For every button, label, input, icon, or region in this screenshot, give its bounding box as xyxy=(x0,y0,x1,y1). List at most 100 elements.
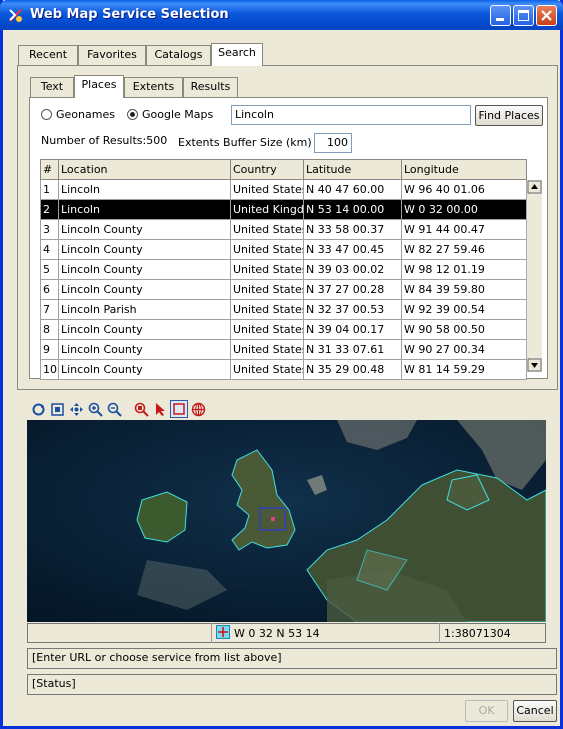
map-view[interactable] xyxy=(27,420,546,622)
globe-icon[interactable] xyxy=(191,402,206,417)
cell: Lincoln County xyxy=(58,219,231,240)
cell: N 37 27 00.28 xyxy=(303,279,402,300)
table-row[interactable]: 9 Lincoln County United States N 31 33 07.6… xyxy=(40,339,527,360)
cell: W 82 27 59.46 xyxy=(401,239,527,260)
buffer-size-label: Extents Buffer Size (km) xyxy=(178,136,312,149)
map-status-left xyxy=(27,623,212,643)
zoom-region-icon[interactable] xyxy=(134,402,149,417)
cell: W 98 12 01.19 xyxy=(401,259,527,280)
google-maps-label: Google Maps xyxy=(142,108,214,121)
table-row-selected[interactable]: 2LincolnUnited KingdomN 53 14 00.00W 0 3… xyxy=(40,199,527,220)
cell: United States xyxy=(230,359,304,380)
scale-divider xyxy=(439,623,440,643)
table-row[interactable]: 10 Lincoln County United States N 35 29 00.… xyxy=(40,359,527,380)
title-bar[interactable]: Web Map Service Selection xyxy=(0,0,563,30)
cell: United States xyxy=(230,299,304,320)
cell: W 90 58 00.50 xyxy=(401,319,527,340)
table-scrollbar[interactable] xyxy=(526,180,542,372)
crosshair-icon xyxy=(216,625,230,639)
google-maps-radio[interactable] xyxy=(127,109,138,120)
cell: W 81 14 59.29 xyxy=(401,359,527,380)
place-search-input[interactable]: Lincoln xyxy=(231,105,471,125)
cell: N 40 47 60.00 xyxy=(303,179,402,200)
scroll-down-icon[interactable] xyxy=(527,358,542,372)
cell: United States xyxy=(230,339,304,360)
rectangle-select-icon[interactable] xyxy=(170,400,188,418)
minimize-icon xyxy=(496,18,504,21)
geonames-radio[interactable] xyxy=(41,109,52,120)
table-row[interactable]: 8 Lincoln County United States N 39 04 00.1… xyxy=(40,319,527,340)
cell: United States xyxy=(230,279,304,300)
tab-catalogs[interactable]: Catalogs xyxy=(146,45,211,65)
cell: 6 xyxy=(40,279,59,300)
maximize-icon xyxy=(518,10,529,21)
table-row[interactable]: 6 Lincoln County United States N 37 27 00.2… xyxy=(40,279,527,300)
url-input[interactable]: [Enter URL or choose service from list a… xyxy=(27,648,557,669)
cancel-button[interactable]: Cancel xyxy=(513,700,557,722)
table-row[interactable]: 5 Lincoln County United States N 39 03 00.0… xyxy=(40,259,527,280)
cell: N 33 47 00.45 xyxy=(303,239,402,260)
window-title: Web Map Service Selection xyxy=(30,7,229,22)
cell: W 92 39 00.54 xyxy=(401,299,527,320)
cell: Lincoln County xyxy=(58,339,231,360)
cell: W 0 32 00.00 xyxy=(401,199,527,220)
cell: Lincoln Parish xyxy=(58,299,231,320)
satellite-map xyxy=(27,420,546,622)
col-header-country[interactable]: Country xyxy=(230,159,304,180)
cell: 4 xyxy=(40,239,59,260)
cell: Lincoln County xyxy=(58,279,231,300)
cell: N 39 04 00.17 xyxy=(303,319,402,340)
tab-places[interactable]: Places xyxy=(74,75,124,98)
minimize-button[interactable] xyxy=(490,5,511,26)
cell: Lincoln xyxy=(58,179,231,200)
table-row[interactable]: 4 Lincoln County United States N 33 47 00.4… xyxy=(40,239,527,260)
tab-search[interactable]: Search xyxy=(211,43,263,66)
find-places-button[interactable]: Find Places xyxy=(475,105,543,126)
scroll-up-icon[interactable] xyxy=(527,180,542,194)
cell: Lincoln xyxy=(58,199,231,220)
cell: N 32 37 00.53 xyxy=(303,299,402,320)
tab-favorites[interactable]: Favorites xyxy=(78,45,146,65)
zoom-in-icon[interactable] xyxy=(88,402,103,417)
cell: United States xyxy=(230,319,304,340)
table-header-row: # Location Country Latitude Longitude xyxy=(40,159,527,180)
cell: 9 xyxy=(40,339,59,360)
refresh-icon[interactable] xyxy=(31,402,46,417)
maximize-button[interactable] xyxy=(513,5,534,26)
col-header-location[interactable]: Location xyxy=(58,159,231,180)
cell: United Kingdom xyxy=(230,199,304,220)
table-row[interactable]: 1 Lincoln United States N 40 47 60.00 W 96 4… xyxy=(40,179,527,200)
tab-results[interactable]: Results xyxy=(183,77,238,97)
col-header-index[interactable]: # xyxy=(40,159,59,180)
close-button[interactable] xyxy=(536,5,557,26)
cell: United States xyxy=(230,179,304,200)
ok-button[interactable]: OK xyxy=(465,700,508,722)
close-icon xyxy=(541,10,552,21)
pan-icon[interactable] xyxy=(69,402,84,417)
cell: 7 xyxy=(40,299,59,320)
full-extent-icon[interactable] xyxy=(50,402,65,417)
cell: United States xyxy=(230,239,304,260)
cell: United States xyxy=(230,219,304,240)
tab-recent[interactable]: Recent xyxy=(18,45,78,65)
cell: Lincoln County xyxy=(58,239,231,260)
col-header-latitude[interactable]: Latitude xyxy=(303,159,402,180)
cell: N 31 33 07.61 xyxy=(303,339,402,360)
col-header-longitude[interactable]: Longitude xyxy=(401,159,527,180)
map-scale: 1:38071304 xyxy=(444,627,511,640)
results-count: Number of Results:500 xyxy=(41,134,168,147)
cell: N 53 14 00.00 xyxy=(303,199,402,220)
buffer-size-input[interactable]: 100 xyxy=(314,133,352,153)
cell: 2 xyxy=(40,199,59,220)
zoom-out-icon[interactable] xyxy=(107,402,122,417)
table-row[interactable]: 3 Lincoln County United States N 33 58 00.3… xyxy=(40,219,527,240)
table-row[interactable]: 7 Lincoln Parish United States N 32 37 00.5… xyxy=(40,299,527,320)
cell: W 90 27 00.34 xyxy=(401,339,527,360)
tab-extents[interactable]: Extents xyxy=(124,77,183,97)
cell: W 91 44 00.47 xyxy=(401,219,527,240)
select-arrow-icon[interactable] xyxy=(153,402,168,417)
cell: 1 xyxy=(40,179,59,200)
cell: 8 xyxy=(40,319,59,340)
cell: N 35 29 00.48 xyxy=(303,359,402,380)
tab-text[interactable]: Text xyxy=(30,77,74,97)
